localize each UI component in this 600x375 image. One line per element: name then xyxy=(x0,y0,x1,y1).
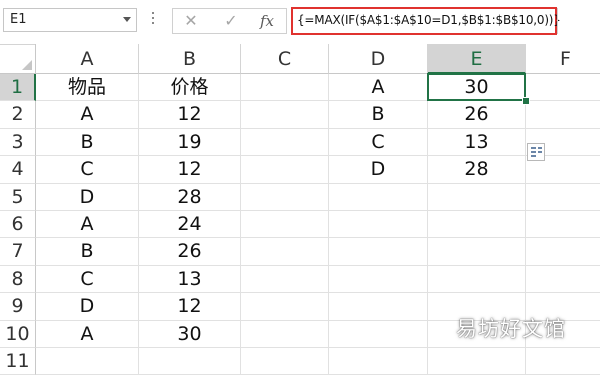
cell-d7[interactable] xyxy=(329,238,428,266)
cell-b5[interactable]: 28 xyxy=(139,183,241,211)
column-header-c[interactable]: C xyxy=(241,44,329,74)
column-header-a[interactable]: A xyxy=(36,44,139,74)
cell-f11[interactable] xyxy=(526,348,600,375)
cell-a9[interactable]: D xyxy=(36,293,139,321)
quick-analysis-icon[interactable] xyxy=(527,143,545,161)
cell-c3[interactable] xyxy=(241,128,329,157)
cell-b10[interactable]: 30 xyxy=(139,320,241,348)
row-header-10[interactable]: 10 xyxy=(0,320,36,348)
cell-e3[interactable]: 13 xyxy=(428,128,526,157)
formula-input[interactable]: {=MAX(IF($A$1:$A$10=D1,$B$1:$B$10,0))} xyxy=(291,7,561,35)
cell-d9[interactable] xyxy=(329,293,428,321)
cell-d11[interactable] xyxy=(329,348,428,375)
row-header-8[interactable]: 8 xyxy=(0,265,36,294)
cell-a7[interactable]: B xyxy=(36,238,139,266)
name-box-value: E1 xyxy=(10,12,27,27)
cell-a6[interactable]: A xyxy=(36,211,139,239)
cell-b2[interactable]: 12 xyxy=(139,101,241,129)
cell-e1[interactable]: 30 xyxy=(428,74,526,102)
cell-b1[interactable]: 价格 xyxy=(139,74,241,102)
cell-a8[interactable]: C xyxy=(36,265,139,294)
cell-c2[interactable] xyxy=(241,101,329,129)
cell-a11[interactable] xyxy=(36,348,139,375)
cell-c5[interactable] xyxy=(241,183,329,211)
resize-handle-icon[interactable] xyxy=(150,9,156,31)
row-header-3[interactable]: 3 xyxy=(0,128,36,157)
cell-c8[interactable] xyxy=(241,265,329,294)
formula-buttons: ✕ ✓ fx xyxy=(172,8,287,34)
row-header-7[interactable]: 7 xyxy=(0,238,36,266)
name-box[interactable]: E1 xyxy=(3,8,137,32)
cell-b3[interactable]: 19 xyxy=(139,128,241,157)
cell-d1[interactable]: A xyxy=(329,74,428,102)
cell-e8[interactable] xyxy=(428,265,526,294)
formula-text: {=MAX(IF($A$1:$A$10=D1,$B$1:$B$10,0))} xyxy=(297,13,561,27)
cell-a5[interactable]: D xyxy=(36,183,139,211)
cell-d3[interactable]: C xyxy=(329,128,428,157)
cell-f6[interactable] xyxy=(526,211,600,239)
cell-c11[interactable] xyxy=(241,348,329,375)
row-header-2[interactable]: 2 xyxy=(0,101,36,129)
cell-f8[interactable] xyxy=(526,266,600,294)
cell-e2[interactable]: 26 xyxy=(428,101,526,129)
watermark-text: 易坊好文馆 xyxy=(456,317,566,341)
row-header-4[interactable]: 4 xyxy=(0,156,36,184)
column-header-f[interactable]: F xyxy=(526,44,600,74)
row-header-11[interactable]: 11 xyxy=(0,348,36,375)
row-header-1[interactable]: 1 xyxy=(0,74,36,102)
cell-b6[interactable]: 24 xyxy=(139,211,241,239)
cell-f1[interactable] xyxy=(526,74,600,102)
cell-c7[interactable] xyxy=(241,238,329,266)
cell-b8[interactable]: 13 xyxy=(139,265,241,294)
row-header-9[interactable]: 9 xyxy=(0,293,36,321)
cell-d5[interactable] xyxy=(329,183,428,211)
cell-d10[interactable] xyxy=(329,320,428,348)
enter-icon[interactable]: ✓ xyxy=(219,11,243,31)
cell-e7[interactable] xyxy=(428,238,526,266)
column-header-b[interactable]: B xyxy=(139,44,241,74)
select-all-button[interactable] xyxy=(0,44,36,74)
cell-d8[interactable] xyxy=(329,265,428,294)
cell-f5[interactable] xyxy=(526,184,600,211)
cell-b9[interactable]: 12 xyxy=(139,293,241,321)
cell-c6[interactable] xyxy=(241,211,329,239)
divider xyxy=(557,8,558,34)
cell-a2[interactable]: A xyxy=(36,101,139,129)
row-header-6[interactable]: 6 xyxy=(0,211,36,239)
cell-a10[interactable]: A xyxy=(36,320,139,348)
cell-b7[interactable]: 26 xyxy=(139,238,241,266)
row-header-5[interactable]: 5 xyxy=(0,183,36,211)
cell-a1[interactable]: 物品 xyxy=(36,74,139,102)
column-header-d[interactable]: D xyxy=(329,44,428,74)
cancel-icon[interactable]: ✕ xyxy=(179,11,203,31)
cell-e5[interactable] xyxy=(428,183,526,211)
cell-f7[interactable] xyxy=(526,238,600,266)
cell-d4[interactable]: D xyxy=(329,156,428,184)
formula-bar: E1 ✕ ✓ fx {=MAX(IF($A$1:$A$10=D1,$B$1:$B… xyxy=(0,0,600,45)
cell-e4[interactable]: 28 xyxy=(428,156,526,184)
cell-d6[interactable] xyxy=(329,211,428,239)
cell-b4[interactable]: 12 xyxy=(139,156,241,184)
cell-c1[interactable] xyxy=(241,74,329,102)
cell-c10[interactable] xyxy=(241,320,329,348)
cell-d2[interactable]: B xyxy=(329,101,428,129)
cell-f2[interactable] xyxy=(526,101,600,129)
column-header-e[interactable]: E xyxy=(428,44,526,74)
cell-e6[interactable] xyxy=(428,211,526,239)
cell-b11[interactable] xyxy=(139,348,241,375)
cell-a3[interactable]: B xyxy=(36,128,139,157)
cell-c9[interactable] xyxy=(241,293,329,321)
chevron-down-icon[interactable] xyxy=(123,17,131,22)
cell-a4[interactable]: C xyxy=(36,156,139,184)
cell-c4[interactable] xyxy=(241,156,329,184)
insert-function-icon[interactable]: fx xyxy=(255,11,279,31)
cell-e11[interactable] xyxy=(428,348,526,375)
fill-handle[interactable] xyxy=(522,97,530,106)
